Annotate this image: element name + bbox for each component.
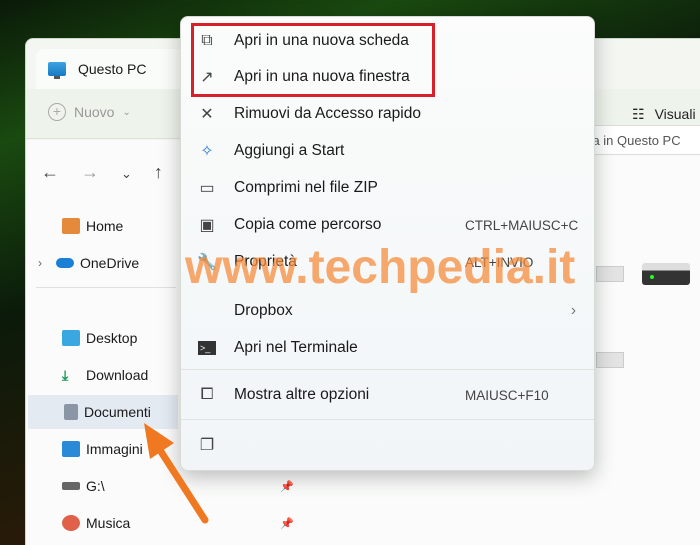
- view-label: Visuali: [654, 106, 696, 122]
- menu-item-copy-path[interactable]: ▣ Copia come percorso CTRL+MAIUSC+C: [191, 208, 586, 242]
- download-icon: ⤓: [62, 366, 69, 383]
- menu-label: Rimuovi da Accesso rapido: [234, 105, 421, 122]
- new-label: Nuovo: [74, 104, 115, 120]
- menu-item-dropbox[interactable]: Dropbox ›: [191, 294, 586, 328]
- menu-label: Mostra altre opzioni: [234, 386, 370, 403]
- pin-icon: ✧: [200, 143, 214, 160]
- menu-label: Proprietà: [234, 253, 297, 270]
- sidebar-item-desktop[interactable]: Desktop: [62, 321, 182, 355]
- divider: [36, 287, 176, 288]
- cloud-icon: [56, 258, 74, 268]
- view-button[interactable]: ☷ Visuali: [632, 106, 698, 123]
- wrench-icon: 🔧: [197, 254, 217, 271]
- menu-item-open-new-window[interactable]: ↗ Apri in una nuova finestra: [191, 60, 586, 94]
- back-icon[interactable]: ←: [41, 162, 59, 183]
- menu-item-properties[interactable]: 🔧 Proprietà ALT+INVIO: [191, 245, 586, 279]
- sidebar-item-home[interactable]: Home: [62, 209, 182, 243]
- sidebar-item-onedrive[interactable]: › OneDrive: [38, 246, 158, 280]
- document-icon: [64, 404, 78, 420]
- more-options-icon: ⧠: [200, 386, 214, 403]
- tab-title: Questo PC: [78, 61, 147, 77]
- forward-icon[interactable]: →: [81, 162, 99, 183]
- blank-icon: [197, 301, 217, 321]
- menu-label: Comprimi nel file ZIP: [234, 179, 378, 196]
- menu-label: Dropbox: [234, 302, 293, 319]
- pin-icon[interactable]: 📌: [280, 517, 294, 530]
- sidebar-label: OneDrive: [80, 255, 140, 271]
- menu-label: Apri in una nuova finestra: [234, 68, 410, 85]
- drive-icon: [62, 482, 80, 490]
- new-tab-icon: ⧉: [201, 32, 213, 49]
- menu-label: Aggiungi a Start: [234, 142, 345, 159]
- chevron-right-icon: ›: [570, 302, 576, 319]
- shortcut: ALT+INVIO: [465, 254, 534, 270]
- sidebar-label: G:\: [86, 478, 105, 494]
- menu-label: Copia come percorso: [234, 216, 382, 233]
- menu-separator: [181, 419, 594, 420]
- recent-chevron-icon[interactable]: ⌄: [121, 162, 132, 183]
- menu-separator: [181, 369, 594, 370]
- menu-item-remove-quick-access[interactable]: ✕ Rimuovi da Accesso rapido: [191, 97, 586, 131]
- sidebar-label: Desktop: [86, 330, 138, 346]
- menu-item-open-new-tab[interactable]: ⧉ Apri in una nuova scheda: [191, 24, 586, 58]
- copy-path-icon: ▣: [199, 217, 215, 234]
- image-icon: [62, 441, 80, 457]
- menu-label: Apri nel Terminale: [234, 339, 358, 356]
- context-menu: ⧉ Apri in una nuova scheda ↗ Apri in una n…: [180, 16, 595, 471]
- terminal-icon: >_: [197, 338, 217, 358]
- home-icon: [62, 218, 80, 234]
- sidebar-item-download[interactable]: ⤓ Download: [62, 358, 182, 392]
- desktop-icon: [62, 330, 80, 346]
- copy-button[interactable]: ❐: [191, 428, 586, 462]
- drive-usage-bar: [596, 352, 624, 368]
- up-icon[interactable]: ↑: [154, 162, 163, 183]
- expand-chevron-icon[interactable]: ›: [38, 256, 42, 270]
- hard-drive-icon: [642, 263, 690, 285]
- chevron-down-icon: ⌄: [122, 106, 131, 118]
- navigation-buttons: ← → ⌄ ↑: [41, 162, 163, 183]
- computer-icon: [48, 62, 66, 79]
- sidebar-label: Download: [86, 367, 149, 383]
- menu-label: Apri in una nuova scheda: [234, 32, 409, 49]
- sidebar-label: Musica: [86, 515, 131, 531]
- pin-icon[interactable]: 📌: [280, 480, 294, 493]
- menu-item-open-terminal[interactable]: >_ Apri nel Terminale: [191, 331, 586, 365]
- drive-usage-bar: [596, 266, 624, 282]
- orange-arrow: [144, 423, 209, 524]
- new-button[interactable]: + Nuovo ⌄: [48, 103, 131, 121]
- menu-item-more-options[interactable]: ⧠ Mostra altre opzioni MAIUSC+F10: [191, 378, 586, 412]
- sidebar-label: Home: [86, 218, 124, 234]
- unpin-icon: ✕: [200, 106, 214, 123]
- plus-icon: +: [48, 103, 66, 121]
- shortcut: CTRL+MAIUSC+C: [465, 217, 579, 233]
- menu-item-add-to-start[interactable]: ✧ Aggiungi a Start: [191, 134, 586, 168]
- music-icon: [62, 515, 80, 531]
- menu-item-compress-zip[interactable]: ▭ Comprimi nel file ZIP: [191, 171, 586, 205]
- new-window-icon: ↗: [200, 69, 214, 86]
- view-icon: ☷: [632, 106, 645, 122]
- shortcut: MAIUSC+F10: [465, 387, 549, 403]
- zip-icon: ▭: [199, 180, 215, 197]
